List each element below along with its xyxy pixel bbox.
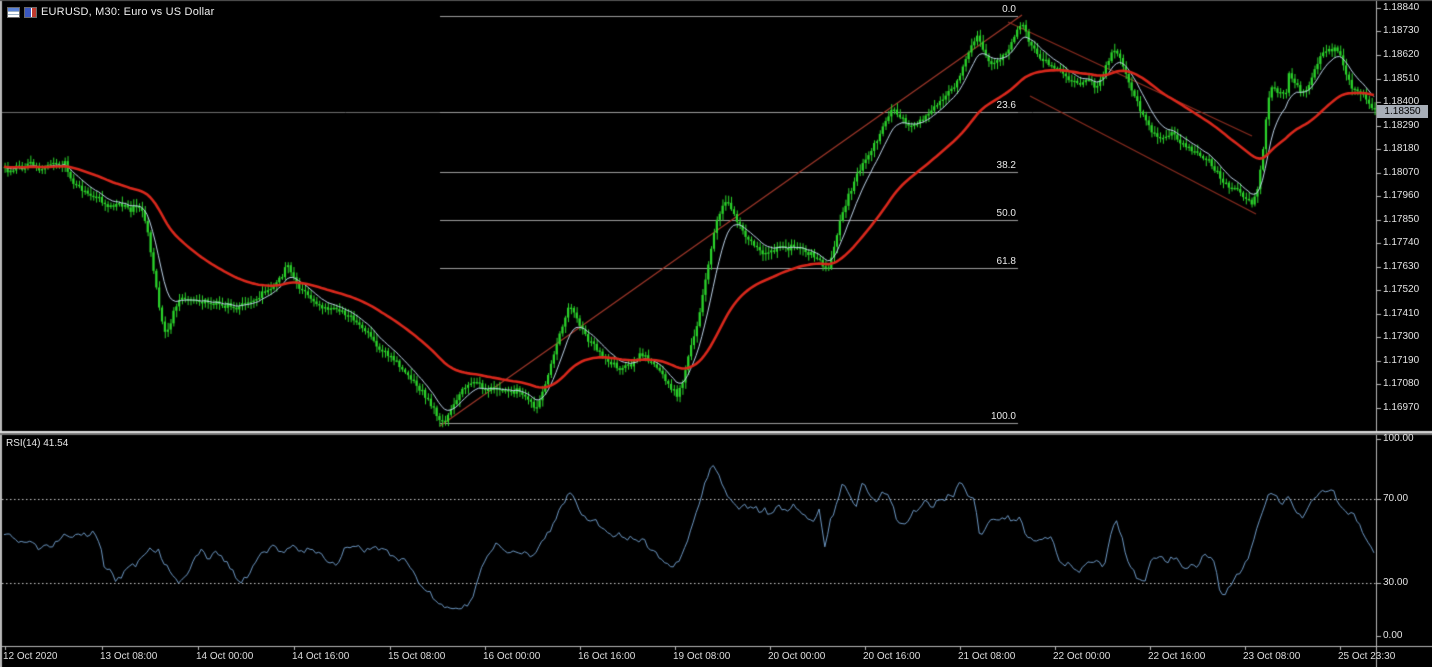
fib-level-label: 100.0 xyxy=(990,411,1016,422)
time-axis-label: 16 Oct 16:00 xyxy=(578,651,636,662)
price-axis-label: 1.18510 xyxy=(1383,73,1420,84)
time-axis-label: 25 Oct 23:30 xyxy=(1338,651,1396,662)
price-axis-label: 1.18070 xyxy=(1383,167,1420,178)
price-axis-label: 1.16970 xyxy=(1383,402,1420,413)
rsi-axis-label: 70.00 xyxy=(1383,493,1409,504)
rsi-axis-label: 30.00 xyxy=(1383,577,1409,588)
price-axis-label: 1.18180 xyxy=(1383,143,1420,154)
time-axis-label: 21 Oct 08:00 xyxy=(958,651,1016,662)
price-axis-label: 1.18840 xyxy=(1383,2,1420,13)
time-axis-label: 20 Oct 16:00 xyxy=(863,651,921,662)
fib-level-label: 50.0 xyxy=(996,208,1016,219)
current-price-tag: 1.18350 xyxy=(1377,105,1428,118)
fib-level-label: 23.6 xyxy=(996,100,1016,111)
price-axis-label: 1.17410 xyxy=(1383,308,1420,319)
price-axis-label: 1.17850 xyxy=(1383,214,1420,225)
price-axis-label: 1.17520 xyxy=(1383,284,1420,295)
chart-title-bar: EURUSD, M30: Euro vs US Dollar xyxy=(7,6,215,18)
price-axis-label: 1.17630 xyxy=(1383,261,1420,272)
time-axis-label: 14 Oct 16:00 xyxy=(292,651,350,662)
time-axis-label: 22 Oct 16:00 xyxy=(1148,651,1206,662)
rsi-indicator-label: RSI(14) 41.54 xyxy=(6,438,69,449)
time-axis-label: 20 Oct 00:00 xyxy=(768,651,826,662)
price-axis-label: 1.17080 xyxy=(1383,378,1420,389)
rsi-axis-label: 0.00 xyxy=(1383,630,1403,641)
chart-icon xyxy=(24,6,37,18)
time-axis-label: 15 Oct 08:00 xyxy=(388,651,446,662)
fib-level-label: 0.0 xyxy=(1002,4,1016,15)
price-axis-label: 1.17300 xyxy=(1383,331,1420,342)
price-axis-label: 1.18620 xyxy=(1383,49,1420,60)
price-axis-label: 1.18290 xyxy=(1383,120,1420,131)
price-axis-label: 1.18730 xyxy=(1383,25,1420,36)
chart-canvas[interactable] xyxy=(0,0,1432,667)
fib-level-label: 61.8 xyxy=(996,256,1016,267)
fib-level-label: 38.2 xyxy=(996,160,1016,171)
price-axis-label: 1.17960 xyxy=(1383,190,1420,201)
time-axis-label: 13 Oct 08:00 xyxy=(100,651,158,662)
price-axis-label: 1.17190 xyxy=(1383,355,1420,366)
time-axis-label: 19 Oct 08:00 xyxy=(673,651,731,662)
time-axis-label: 16 Oct 00:00 xyxy=(483,651,541,662)
table-icon xyxy=(7,6,20,18)
price-axis-label: 1.17740 xyxy=(1383,237,1420,248)
chart-title: EURUSD, M30: Euro vs US Dollar xyxy=(41,6,215,18)
time-axis-label: 14 Oct 00:00 xyxy=(196,651,254,662)
time-axis-label: 12 Oct 2020 xyxy=(3,651,58,662)
trading-chart-window: EURUSD, M30: Euro vs US Dollar 0.0 23.6 38… xyxy=(0,0,1432,667)
rsi-axis-label: 100.00 xyxy=(1383,433,1414,444)
time-axis-label: 22 Oct 00:00 xyxy=(1053,651,1111,662)
time-axis-label: 23 Oct 08:00 xyxy=(1243,651,1301,662)
